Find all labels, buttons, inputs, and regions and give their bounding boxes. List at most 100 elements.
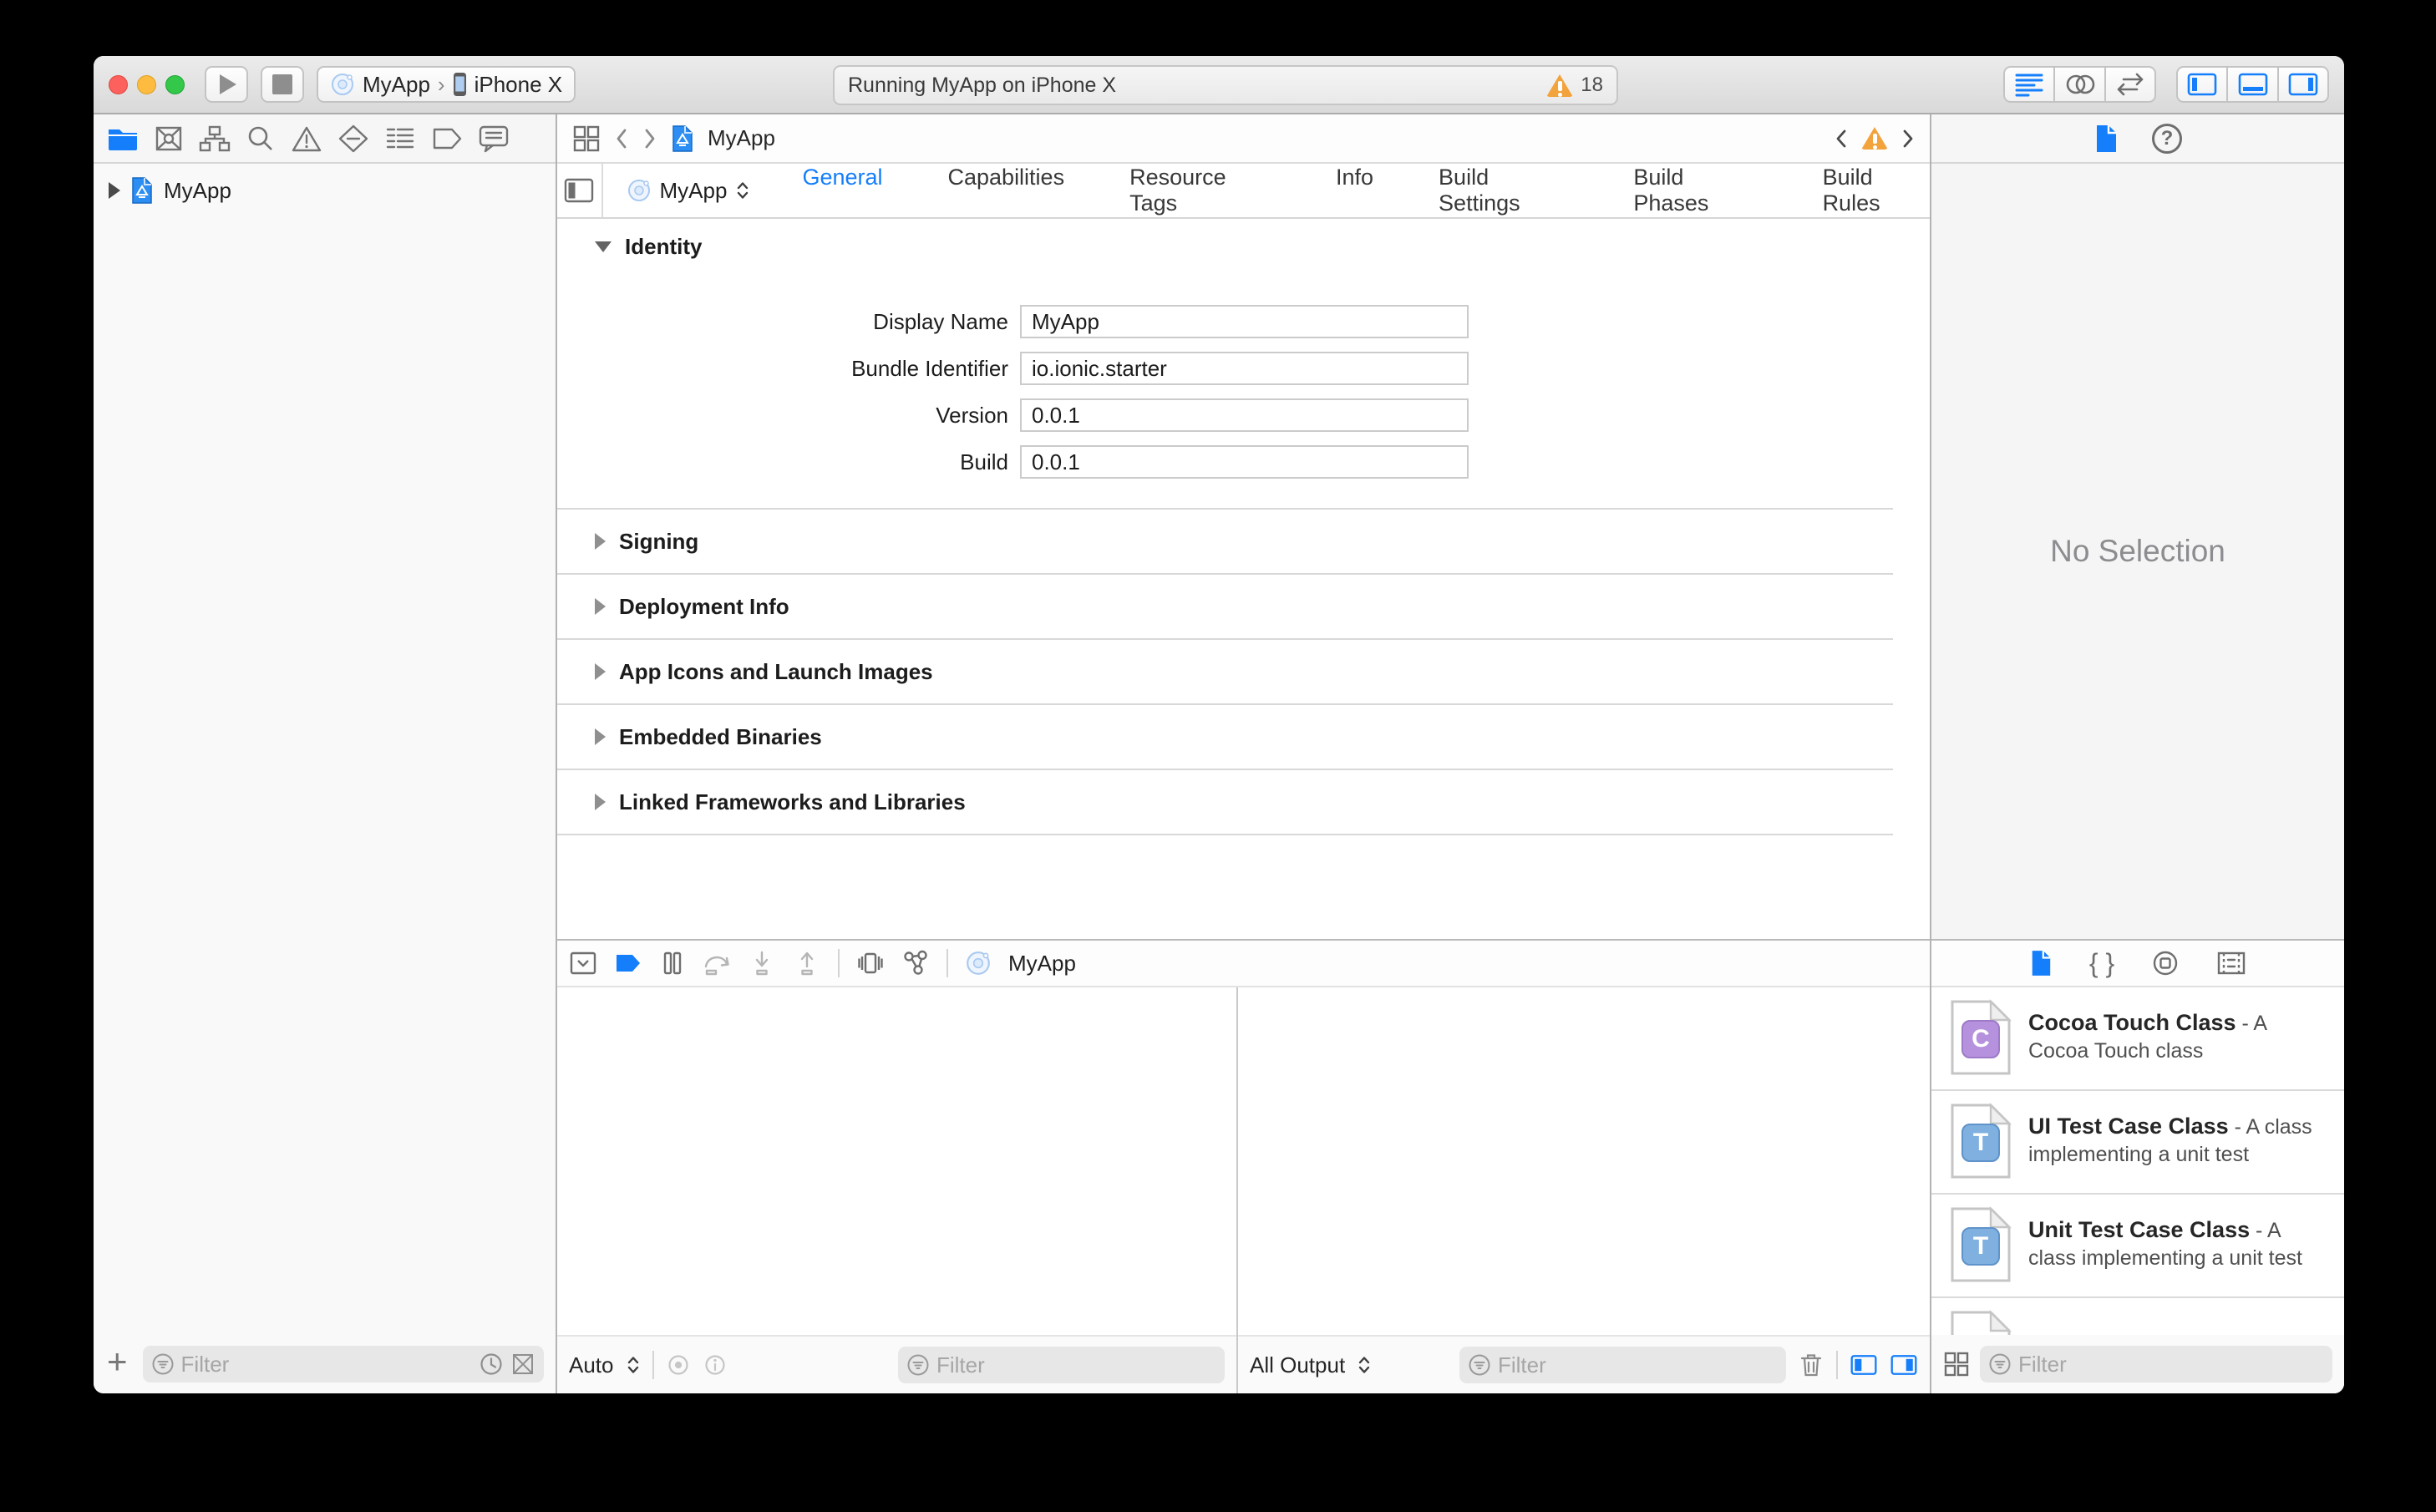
console-filter-field[interactable]: [1459, 1347, 1786, 1383]
tab-capabilities[interactable]: Capabilities: [948, 165, 1065, 216]
console-scope-dropdown[interactable]: All Output: [1250, 1352, 1345, 1378]
memory-graph-icon[interactable]: [901, 950, 930, 977]
project-navigator-icon[interactable]: [107, 125, 139, 152]
disclosure-closed-icon[interactable]: [595, 794, 606, 810]
variables-view[interactable]: [557, 987, 1236, 1335]
source-control-navigator-icon[interactable]: [154, 124, 184, 153]
clear-console-trash-icon[interactable]: [1798, 1352, 1824, 1378]
navigator-toggle-button[interactable]: [2176, 66, 2227, 103]
navigator-filter-input[interactable]: [180, 1351, 472, 1378]
info-icon[interactable]: [703, 1352, 728, 1378]
media-library-icon[interactable]: [2216, 951, 2246, 976]
object-library-icon[interactable]: [2151, 949, 2180, 977]
disclosure-triangle-icon[interactable]: [109, 182, 120, 199]
template-unit-test-case-class[interactable]: T Unit Test Case Class - A class impleme…: [1931, 1195, 2344, 1298]
warning-count[interactable]: 18: [1581, 74, 1603, 97]
assistant-editor-button[interactable]: [2054, 66, 2105, 103]
disclosure-open-icon[interactable]: [595, 241, 612, 252]
traffic-lights: [109, 74, 185, 94]
source-control-status-icon[interactable]: [510, 1352, 535, 1377]
navigator-filter-field[interactable]: [142, 1346, 544, 1383]
activity-status-bar[interactable]: Running MyApp on iPhone X 18: [833, 65, 1618, 105]
symbol-navigator-icon[interactable]: [199, 124, 231, 153]
breakpoint-navigator-icon[interactable]: [431, 126, 463, 151]
template-cocoa-touch-class[interactable]: C Cocoa Touch Class - A Cocoa Touch clas…: [1931, 987, 2344, 1091]
build-input[interactable]: [1020, 445, 1469, 479]
variables-filter-field[interactable]: [898, 1347, 1225, 1383]
console-view-toggle-icon[interactable]: [1890, 1352, 1918, 1378]
template-ui-test-case-class[interactable]: T UI Test Case Class - A class implement…: [1931, 1091, 2344, 1195]
signing-section-header[interactable]: Signing: [557, 510, 1893, 575]
app-icons-section-header[interactable]: App Icons and Launch Images: [557, 640, 1893, 705]
grid-view-icon[interactable]: [1943, 1351, 1970, 1378]
template-partial-item[interactable]: [1931, 1298, 2344, 1335]
file-template-library-icon[interactable]: [2029, 949, 2053, 977]
view-hierarchy-icon[interactable]: [856, 950, 885, 977]
recent-files-clock-icon[interactable]: [479, 1352, 504, 1377]
variables-scope-icon[interactable]: [666, 1352, 691, 1378]
report-navigator-icon[interactable]: [478, 124, 510, 154]
tab-build-settings[interactable]: Build Settings: [1439, 165, 1568, 216]
debug-navigator-icon[interactable]: [384, 124, 416, 153]
disclosure-closed-icon[interactable]: [595, 663, 606, 680]
minimize-button[interactable]: [137, 74, 156, 94]
identity-section-header[interactable]: Identity: [557, 219, 1930, 260]
breakpoints-toggle-icon[interactable]: [614, 951, 642, 976]
tab-info[interactable]: Info: [1336, 165, 1373, 216]
tab-resource-tags[interactable]: Resource Tags: [1129, 165, 1271, 216]
project-root-row[interactable]: MyApp: [94, 174, 556, 207]
display-name-input[interactable]: [1020, 305, 1469, 338]
console-view[interactable]: [1238, 987, 1930, 1335]
tab-general[interactable]: General: [802, 165, 882, 216]
targets-sidebar-toggle[interactable]: [557, 164, 603, 217]
deployment-info-section-header[interactable]: Deployment Info: [557, 575, 1893, 640]
next-issue-chevron-icon[interactable]: [1901, 128, 1915, 150]
search-navigator-icon[interactable]: [246, 124, 276, 153]
zoom-button[interactable]: [165, 74, 185, 94]
variables-scope-dropdown[interactable]: Auto: [569, 1352, 614, 1378]
version-editor-button[interactable]: [2105, 66, 2156, 103]
file-inspector-icon[interactable]: [2093, 124, 2119, 154]
disclosure-closed-icon[interactable]: [595, 533, 606, 550]
step-over-icon[interactable]: [703, 950, 731, 977]
linked-frameworks-section-header[interactable]: Linked Frameworks and Libraries: [557, 770, 1893, 835]
step-out-icon[interactable]: [793, 950, 821, 977]
code-snippet-library-icon[interactable]: { }: [2089, 948, 2114, 979]
test-navigator-icon[interactable]: [337, 124, 369, 154]
version-input[interactable]: [1020, 398, 1469, 432]
variables-filter-input[interactable]: [936, 1352, 1216, 1378]
disclosure-closed-icon[interactable]: [595, 728, 606, 745]
updown-chevrons-icon[interactable]: [626, 1355, 641, 1375]
quick-help-inspector-icon[interactable]: ?: [2152, 123, 2182, 154]
library-filter-field[interactable]: [1980, 1346, 2332, 1383]
hide-debug-area-icon[interactable]: [569, 951, 597, 976]
tab-build-phases[interactable]: Build Phases: [1633, 165, 1757, 216]
debug-process-name[interactable]: MyApp: [1008, 951, 1076, 977]
run-button[interactable]: [205, 66, 248, 103]
back-chevron-icon[interactable]: [614, 127, 629, 150]
related-items-icon[interactable]: [572, 124, 601, 153]
disclosure-closed-icon[interactable]: [595, 598, 606, 615]
scheme-selector[interactable]: MyApp › iPhone X: [317, 66, 576, 103]
standard-editor-button[interactable]: [2003, 66, 2054, 103]
debug-area-toggle-button[interactable]: [2227, 66, 2278, 103]
target-selector[interactable]: MyApp: [627, 178, 751, 204]
pause-icon[interactable]: [659, 950, 686, 977]
updown-chevrons-icon[interactable]: [1357, 1355, 1372, 1375]
step-into-icon[interactable]: [748, 950, 776, 977]
issue-warning-icon[interactable]: [1861, 127, 1888, 150]
library-filter-input[interactable]: [2018, 1351, 2324, 1378]
previous-issue-chevron-icon[interactable]: [1835, 128, 1848, 150]
embedded-binaries-section-header[interactable]: Embedded Binaries: [557, 705, 1893, 770]
bundle-identifier-input[interactable]: [1020, 352, 1469, 385]
add-button[interactable]: +: [105, 1344, 133, 1384]
close-button[interactable]: [109, 74, 128, 94]
breadcrumb-file[interactable]: MyApp: [708, 125, 775, 151]
issue-navigator-icon[interactable]: [291, 124, 322, 153]
variables-view-toggle-icon[interactable]: [1850, 1352, 1878, 1378]
console-filter-input[interactable]: [1498, 1352, 1778, 1378]
tab-build-rules[interactable]: Build Rules: [1823, 165, 1930, 216]
inspector-toggle-button[interactable]: [2278, 66, 2329, 103]
stop-button[interactable]: [261, 66, 304, 103]
forward-chevron-icon[interactable]: [642, 127, 657, 150]
